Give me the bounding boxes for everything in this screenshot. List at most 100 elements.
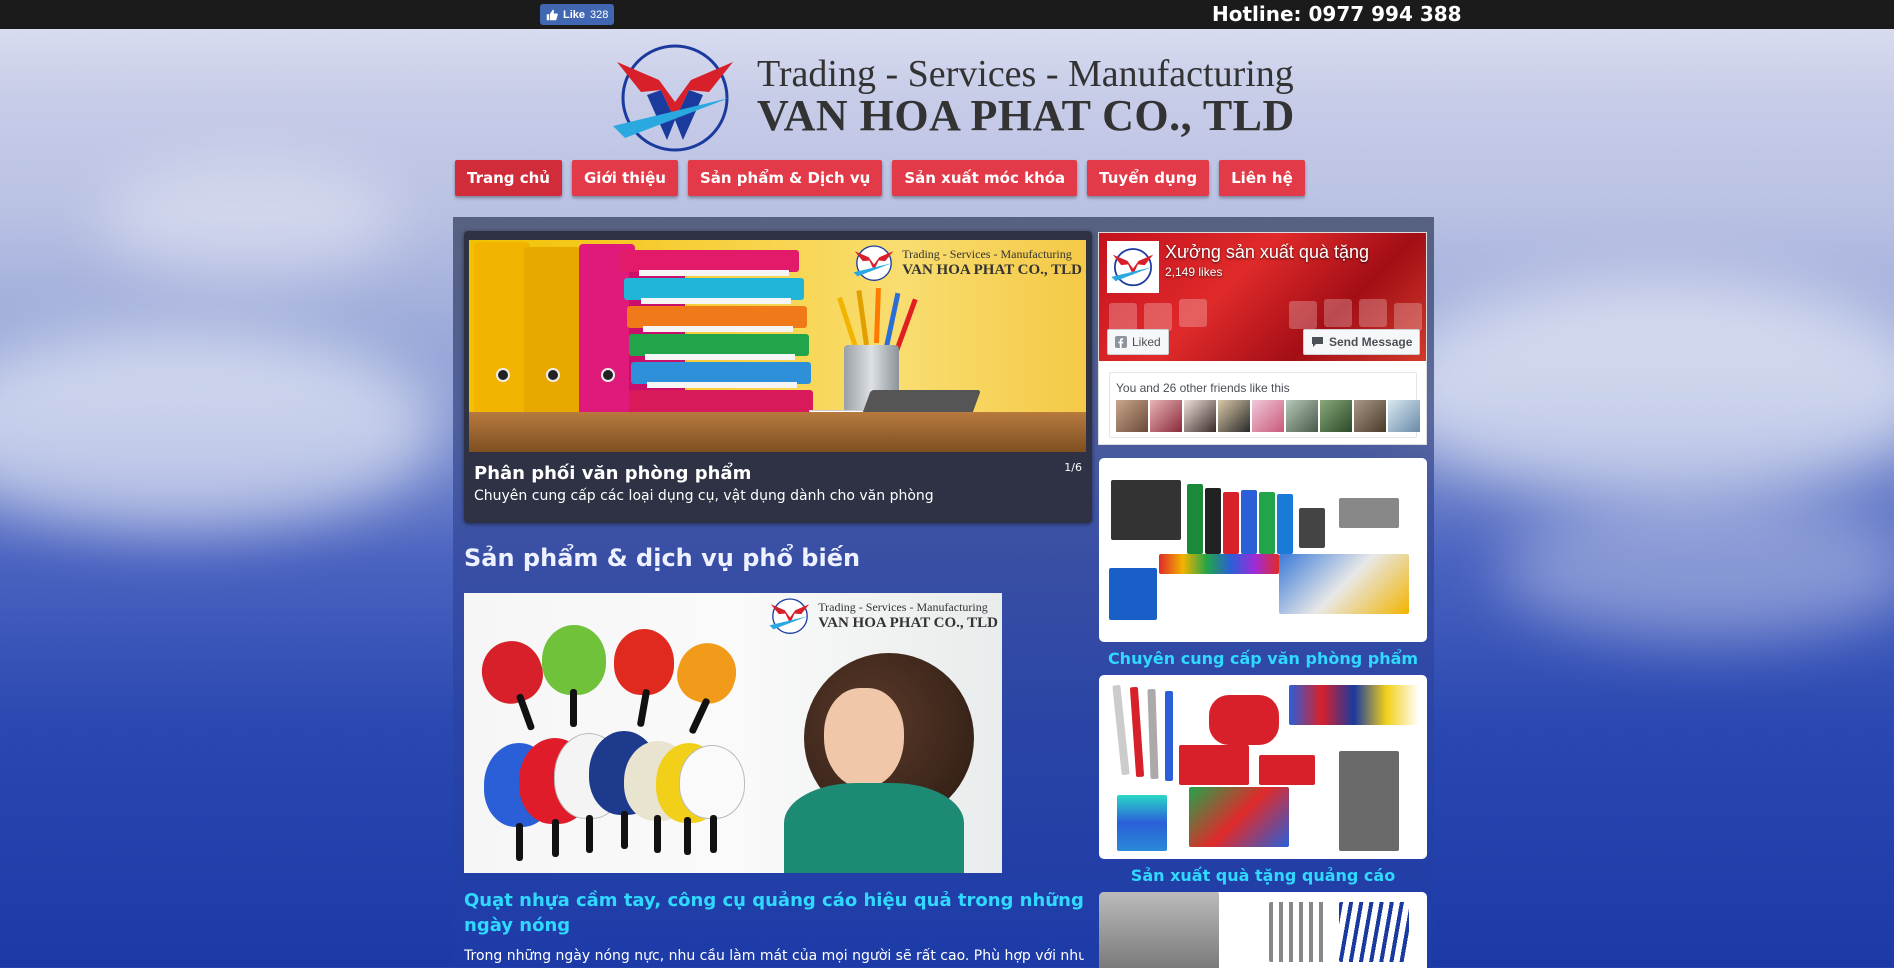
background-cloud: [1380, 280, 1894, 500]
pens: [1339, 902, 1409, 962]
background-cloud: [0, 330, 440, 530]
cover-photo-tile: [1394, 303, 1422, 331]
facebook-like-label: Like: [563, 8, 586, 21]
fan-red: [473, 632, 551, 712]
slide-title[interactable]: Phân phối văn phòng phẩm: [474, 463, 751, 484]
paper-stack: [645, 354, 795, 360]
nav-item-home[interactable]: Trang chủ: [455, 160, 562, 196]
fan-frog-green: [542, 625, 606, 695]
file-organizer: [1111, 480, 1181, 540]
friend-avatar[interactable]: [1286, 400, 1318, 432]
facebook-liked-button[interactable]: Liked: [1107, 329, 1169, 355]
friend-avatar[interactable]: [1252, 400, 1284, 432]
woman-face: [824, 688, 904, 788]
keychain: [1259, 755, 1315, 785]
machinery: [1099, 892, 1219, 968]
facebook-like-count: 328: [590, 8, 609, 21]
cover-photo-tile: [1324, 299, 1352, 327]
facebook-icon: [1115, 336, 1127, 348]
hotline-text: Hotline: 0977 994 388: [1212, 2, 1462, 26]
desk-surface: [469, 412, 1086, 452]
nav-item-about[interactable]: Giới thiệu: [572, 160, 678, 196]
binder-blue: [1277, 494, 1293, 554]
fan-white-printed: [679, 745, 745, 819]
pencil: [856, 290, 869, 346]
sidebar-caption-office-supplies[interactable]: Chuyên cung cấp văn phòng phẩm: [1099, 649, 1427, 668]
background-cloud: [1500, 500, 1894, 640]
logo-company-name: VAN HOA PHAT CO., TLD: [757, 91, 1295, 140]
stationery-items: [1189, 787, 1289, 847]
binder-blue: [1241, 490, 1257, 554]
paper-tray: [631, 362, 811, 384]
section-heading: Sản phẩm & dịch vụ phổ biến: [464, 544, 861, 572]
facebook-page-likes: 2,149 likes: [1165, 265, 1223, 279]
friend-avatar[interactable]: [1320, 400, 1352, 432]
company-logo-icon: [853, 245, 894, 282]
paper-stack: [639, 270, 789, 276]
facebook-page-avatar[interactable]: [1107, 241, 1159, 293]
nav-item-recruitment[interactable]: Tuyển dụng: [1087, 160, 1210, 196]
image-slider[interactable]: Trading - Services - Manufacturing VAN H…: [464, 231, 1092, 523]
sidebar-card-third[interactable]: [1099, 892, 1427, 968]
pencil: [874, 287, 881, 344]
fan-handle: [552, 819, 559, 857]
facebook-page-name[interactable]: Xưởng sản xuất quà tặng: [1165, 242, 1369, 263]
paper-tray: [624, 278, 804, 300]
friend-avatar[interactable]: [1218, 400, 1250, 432]
nav-item-products-services[interactable]: Sản phẩm & Dịch vụ: [687, 160, 883, 196]
message-icon: [1312, 337, 1323, 347]
stapler: [1339, 498, 1399, 528]
paper-stack: [641, 298, 791, 304]
spoons: [1269, 902, 1329, 962]
slide-image[interactable]: Trading - Services - Manufacturing VAN H…: [469, 240, 1086, 452]
cover-photo-tile: [1359, 299, 1387, 327]
friend-avatar[interactable]: [1184, 400, 1216, 432]
site-logo[interactable]: Trading - Services - Manufacturing VAN H…: [609, 40, 1294, 155]
feature-logo-tagline: Trading - Services - Manufacturing: [818, 600, 988, 614]
stationery-items: [1279, 554, 1409, 614]
facebook-like-button[interactable]: Like 328: [540, 4, 615, 25]
fan-handle: [654, 815, 661, 853]
background-cloud: [100, 160, 400, 280]
feature-product-image[interactable]: Trading - Services - Manufacturing VAN H…: [464, 593, 1002, 873]
binder-yellow: [524, 247, 580, 422]
friend-avatar[interactable]: [1354, 400, 1386, 432]
sidebar-caption-promotional-gifts[interactable]: Sản xuất quà tặng quảng cáo: [1099, 866, 1427, 885]
thumbs-up-icon: [546, 9, 558, 20]
fan-handle: [684, 817, 691, 855]
facebook-page-widget[interactable]: Xưởng sản xuất quà tặng 2,149 likes Like…: [1098, 232, 1427, 445]
binder-yellow: [474, 242, 530, 422]
slide-subtitle: Chuyên cung cấp các loại dụng cụ, vật dụ…: [474, 488, 934, 504]
fan-handle: [516, 823, 523, 861]
facebook-send-message-button[interactable]: Send Message: [1303, 329, 1421, 355]
nav-item-contact[interactable]: Liên hệ: [1219, 160, 1305, 196]
fan-set: [1289, 685, 1419, 725]
feature-title-link[interactable]: Quạt nhựa cầm tay, công cụ quảng cáo hiệ…: [464, 888, 1084, 938]
friend-avatar[interactable]: [1388, 400, 1420, 432]
friend-avatar[interactable]: [1116, 400, 1148, 432]
woman-shirt: [784, 783, 964, 873]
binder-green: [1187, 484, 1203, 554]
pen: [1129, 686, 1145, 778]
facebook-friend-faces: [1116, 400, 1420, 432]
friend-avatar[interactable]: [1150, 400, 1182, 432]
nav-item-keychain-manufacturing[interactable]: Sản xuất móc khóa: [892, 160, 1078, 196]
fan-red-character: [614, 629, 674, 695]
cover-photo-tile: [1144, 303, 1172, 331]
company-logo-icon: [613, 44, 733, 152]
company-logo-icon: [769, 598, 810, 635]
pad-printing-machine: [1339, 751, 1399, 851]
fan-handle: [586, 815, 593, 853]
paper-tray: [629, 334, 809, 356]
top-bar: Like 328 Hotline: 0977 994 388: [0, 0, 1894, 29]
sidebar-card-office-supplies[interactable]: [1099, 458, 1427, 642]
slide-watermark-logo: Trading - Services - Manufacturing VAN H…: [852, 244, 1082, 282]
sidebar-card-promotional-gifts[interactable]: [1099, 675, 1427, 859]
calculator: [1299, 508, 1325, 548]
company-logo-icon: [1111, 248, 1154, 287]
cover-photo-tile: [1179, 299, 1207, 327]
keychain: [1209, 695, 1279, 745]
pen: [1165, 691, 1173, 781]
pen: [1147, 688, 1159, 780]
main-navigation: Trang chủ Giới thiệu Sản phẩm & Dịch vụ …: [455, 160, 1305, 196]
